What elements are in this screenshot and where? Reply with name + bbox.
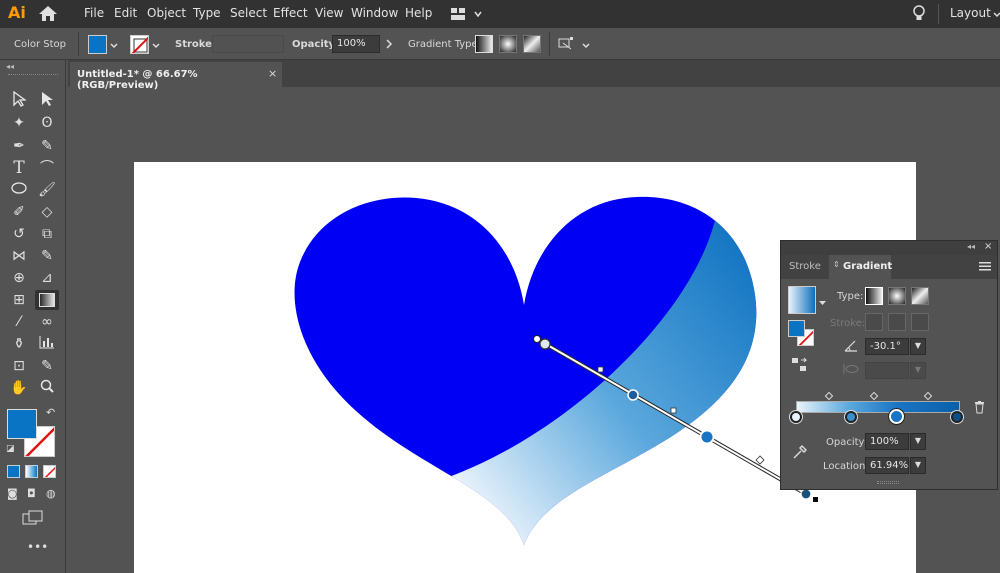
stroke-along-button <box>888 313 906 331</box>
opacity-dropdown[interactable]: ▼ <box>910 433 926 450</box>
aspect-ratio-field <box>865 362 909 379</box>
opacity-label: Opacity: <box>826 437 868 448</box>
heart-shape[interactable] <box>280 180 790 570</box>
stroke-within-button <box>865 313 883 331</box>
gradient-panel: ◂◂ × Stroke ⇕ Gradient Type: Stroke: -30… <box>780 240 998 490</box>
color-stop[interactable] <box>790 411 802 423</box>
panel-header-bar <box>781 241 997 255</box>
stroke-label: Stroke: <box>830 318 866 329</box>
chevron-down-icon[interactable] <box>819 296 826 309</box>
color-stop-selected[interactable] <box>889 409 904 424</box>
location-field[interactable]: 61.94% <box>865 457 909 474</box>
gradient-slider-bar[interactable] <box>796 401 960 413</box>
panel-resize-grip[interactable] <box>877 481 899 484</box>
location-label: Location: <box>823 461 869 472</box>
stroke-across-button <box>911 313 929 331</box>
type-label: Type: <box>837 291 864 302</box>
fill-color-swatch[interactable] <box>7 409 37 439</box>
tab-gradient-label: Gradient <box>843 261 893 272</box>
location-dropdown[interactable]: ▼ <box>910 457 926 474</box>
opacity-field[interactable]: 100% <box>865 433 909 450</box>
collapse-panel-icon[interactable]: ◂◂ <box>967 242 975 251</box>
delete-stop-icon[interactable] <box>974 401 985 417</box>
color-stop[interactable] <box>951 411 963 423</box>
freeform-type-button[interactable] <box>911 287 929 305</box>
aspect-ratio-icon <box>843 363 859 378</box>
tab-gradient[interactable]: ⇕ Gradient <box>829 255 893 279</box>
aspect-ratio-dropdown: ▼ <box>910 362 926 379</box>
eyedropper-icon[interactable] <box>792 444 808 463</box>
close-panel-icon[interactable]: × <box>984 241 992 252</box>
radial-type-button[interactable] <box>888 287 906 305</box>
gradient-preview-swatch[interactable] <box>788 286 816 314</box>
angle-dropdown[interactable]: ▼ <box>910 338 926 355</box>
color-stop[interactable] <box>845 411 857 423</box>
midpoint-diamond[interactable] <box>923 391 933 401</box>
midpoint-diamond[interactable] <box>824 391 834 401</box>
midpoint-diamond[interactable] <box>869 391 879 401</box>
panel-menu-icon[interactable] <box>979 261 991 274</box>
panel-fill-swatch[interactable] <box>788 320 805 337</box>
angle-field[interactable]: -30.1° <box>865 338 909 355</box>
angle-icon <box>843 339 859 356</box>
tab-stroke[interactable]: Stroke <box>789 261 821 272</box>
linear-type-button[interactable] <box>865 287 883 305</box>
reverse-gradient-icon[interactable] <box>792 356 808 377</box>
tab-arrows-icon: ⇕ <box>833 260 840 269</box>
